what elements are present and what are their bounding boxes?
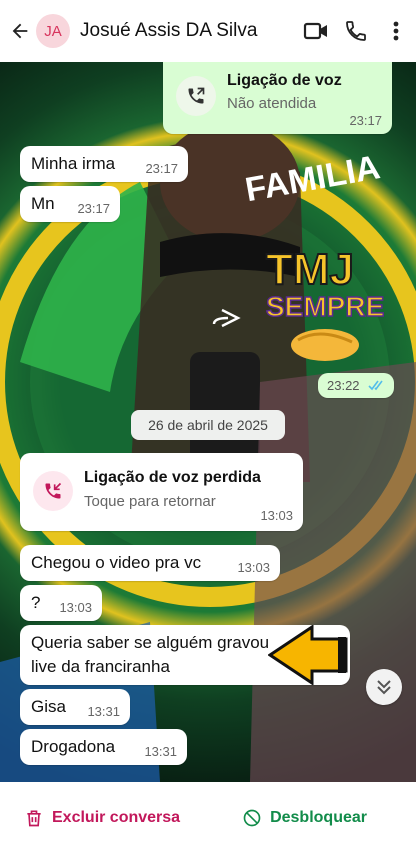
message-outgoing-media-status[interactable]: 23:22 bbox=[318, 373, 394, 398]
chat-area[interactable]: FAMILIA TMJ SEMPRE Ligação de voz Não at… bbox=[0, 62, 416, 782]
sticker-text-line2: SEMPRE bbox=[266, 291, 384, 322]
video-call-button[interactable] bbox=[296, 0, 336, 62]
message-outgoing-call[interactable]: Ligação de voz Não atendida 23:17 bbox=[163, 62, 392, 134]
delete-chat-label: Excluir conversa bbox=[52, 809, 181, 826]
missed-call-icon bbox=[45, 482, 62, 499]
message-text: ? bbox=[31, 593, 41, 612]
outgoing-call-icon bbox=[188, 87, 205, 104]
missed-call-icon-wrap bbox=[33, 471, 73, 511]
message-text-line2: live da franciranha bbox=[31, 657, 170, 676]
message-time: 13:03 bbox=[237, 560, 270, 575]
message-text: Drogadona bbox=[31, 737, 116, 756]
message-incoming[interactable]: Chegou o video pra vc 13:03 bbox=[20, 545, 280, 581]
message-incoming[interactable]: Gisa 13:31 bbox=[20, 689, 130, 725]
voice-call-button[interactable] bbox=[336, 0, 376, 62]
unblock-button[interactable]: Desbloquear bbox=[242, 808, 367, 828]
back-button[interactable] bbox=[2, 0, 38, 62]
double-chevron-down-icon bbox=[377, 680, 391, 695]
message-text: Gisa bbox=[31, 697, 66, 716]
trash-icon bbox=[27, 810, 41, 827]
voice-call-icon bbox=[346, 21, 366, 41]
message-text: Mn bbox=[31, 194, 55, 213]
message-time: 13:03 bbox=[59, 600, 92, 615]
more-options-icon bbox=[393, 21, 399, 41]
message-time: 23:17 bbox=[145, 161, 178, 176]
message-time: 13:31 bbox=[87, 704, 120, 719]
blocked-contact-footer: Excluir conversa Desbloquear bbox=[0, 782, 416, 854]
chat-header: JA Josué Assis DA Silva bbox=[0, 0, 416, 62]
message-incoming[interactable]: Minha irma 23:17 bbox=[20, 146, 188, 182]
message-time: 13:31 bbox=[144, 744, 177, 759]
message-time: 23:17 bbox=[349, 113, 382, 128]
message-time: 13:03 bbox=[260, 508, 293, 523]
avatar[interactable]: JA bbox=[36, 14, 70, 48]
sticker-text-line1: TMJ bbox=[266, 245, 354, 294]
call-subtitle: Toque para retornar bbox=[84, 493, 216, 510]
call-icon-wrap bbox=[176, 76, 216, 116]
delete-chat-button[interactable]: Excluir conversa bbox=[24, 808, 180, 828]
call-title: Ligação de voz bbox=[227, 72, 342, 89]
more-options-button[interactable] bbox=[376, 0, 416, 62]
call-title: Ligação de voz perdida bbox=[84, 469, 261, 486]
date-separator: 26 de abril de 2025 bbox=[131, 410, 285, 440]
unblock-icon bbox=[243, 809, 261, 827]
unblock-label: Desbloquear bbox=[270, 809, 367, 826]
contact-name[interactable]: Josué Assis DA Silva bbox=[80, 20, 296, 42]
read-ticks-icon bbox=[368, 380, 383, 391]
scroll-to-bottom-button[interactable] bbox=[366, 669, 402, 705]
handshake-emoji-icon bbox=[291, 329, 359, 361]
message-incoming[interactable]: Drogadona 13:31 bbox=[20, 729, 187, 765]
message-missed-call[interactable]: Ligação de voz perdida Toque para retorn… bbox=[20, 453, 303, 531]
message-text: Minha irma bbox=[31, 154, 116, 173]
message-time: 23:22 bbox=[327, 378, 360, 393]
message-time: 23:17 bbox=[77, 201, 110, 216]
message-text-line1: Queria saber se alguém gravou bbox=[31, 633, 270, 652]
arrow-pointer-icon bbox=[268, 625, 348, 685]
message-incoming[interactable]: Queria saber se alguém gravou live da fr… bbox=[20, 625, 350, 685]
video-call-icon bbox=[303, 22, 327, 40]
call-subtitle: Não atendida bbox=[227, 95, 317, 112]
message-incoming[interactable]: Mn 23:17 bbox=[20, 186, 120, 222]
message-text: Chegou o video pra vc bbox=[31, 553, 202, 572]
message-incoming[interactable]: ? 13:03 bbox=[20, 585, 102, 621]
back-arrow-icon bbox=[12, 23, 28, 39]
